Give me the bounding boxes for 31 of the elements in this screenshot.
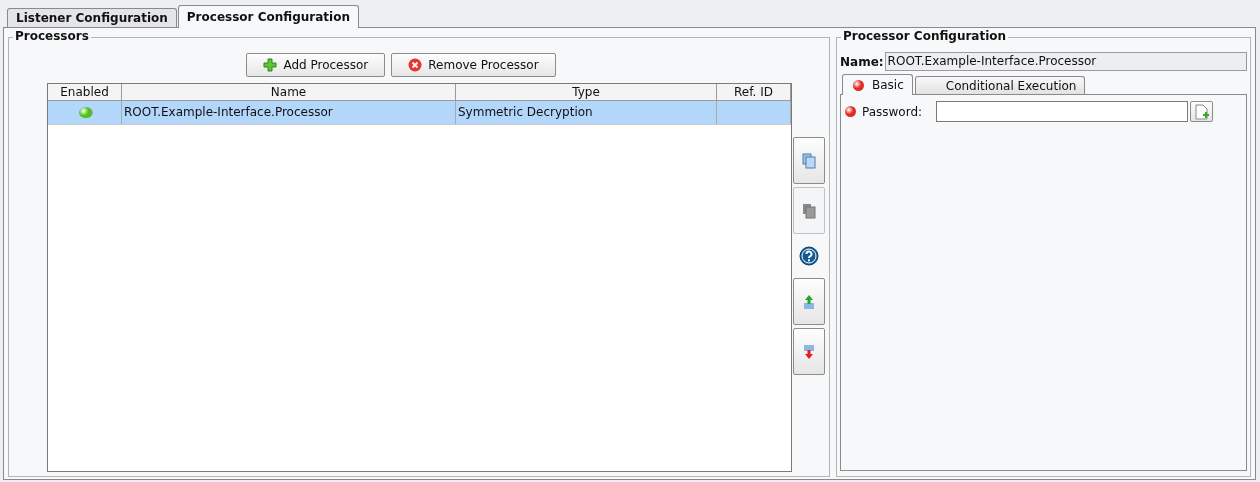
- column-header[interactable]: Ref. ID: [717, 84, 791, 101]
- name-field[interactable]: ROOT.Example-Interface.Processor: [884, 52, 1247, 71]
- tab[interactable]: Processor Configuration: [177, 5, 359, 28]
- tab[interactable]: Conditional Execution: [914, 76, 1086, 94]
- add-document-button[interactable]: [1190, 101, 1214, 122]
- password-field[interactable]: [936, 101, 1189, 122]
- group-title: Processor Configuration: [841, 29, 1009, 43]
- add-document-icon: [1194, 103, 1209, 120]
- help-icon: [799, 246, 819, 266]
- group-title: Processors: [13, 29, 91, 43]
- table-cell: ROOT.Example-Interface.Processor: [122, 101, 456, 124]
- column-header[interactable]: Enabled: [48, 84, 122, 101]
- table-row[interactable]: ROOT.Example-Interface.Processor Symmetric Decryption: [48, 101, 791, 125]
- plus-icon: [263, 58, 278, 72]
- column-header[interactable]: Type: [456, 84, 717, 101]
- error-dot: [853, 79, 864, 91]
- move-down-button[interactable]: [793, 328, 825, 375]
- tab[interactable]: Listener Configuration: [7, 8, 177, 27]
- remove-icon: [408, 58, 423, 72]
- move-down-icon: [803, 343, 815, 360]
- add-button[interactable]: Add Processor: [246, 53, 386, 77]
- column-header[interactable]: Name: [122, 84, 456, 101]
- table-cell: Symmetric Decryption: [456, 101, 717, 124]
- tab[interactable]: Basic: [842, 74, 913, 95]
- move-up-icon: [803, 293, 815, 310]
- remove-button[interactable]: Remove Processor: [391, 53, 556, 77]
- copy-icon: [802, 152, 816, 169]
- field-label: Name:: [840, 54, 884, 69]
- copy-button[interactable]: [793, 137, 825, 184]
- copy-icon: [802, 202, 816, 219]
- field-label: Password:: [862, 104, 923, 119]
